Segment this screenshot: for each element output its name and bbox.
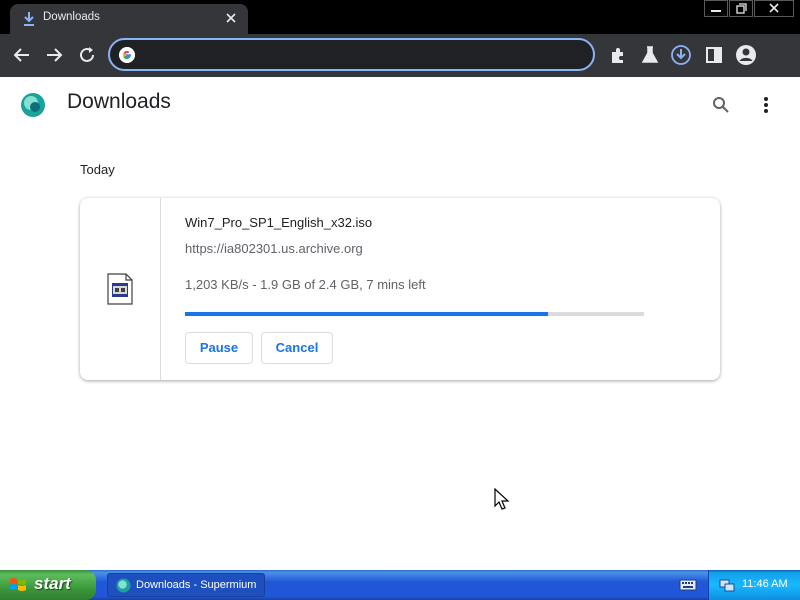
file-icon-column (80, 198, 161, 380)
tab-strip: Downloads (0, 0, 800, 34)
reload-icon[interactable] (76, 44, 98, 66)
date-section-heading: Today (80, 162, 115, 177)
forward-arrow-icon[interactable] (43, 44, 65, 66)
tab-downloads[interactable]: Downloads (10, 4, 248, 34)
profile-icon[interactable] (735, 44, 757, 66)
download-source-url[interactable]: https://ia802301.us.archive.org (185, 241, 363, 256)
mouse-cursor-icon (494, 488, 510, 510)
close-icon (769, 3, 779, 13)
omnibox-input[interactable] (144, 43, 588, 68)
restore-button[interactable] (729, 0, 753, 17)
browser-toolbar (0, 34, 800, 77)
download-progress-fill (185, 312, 548, 316)
keyboard-icon[interactable] (679, 578, 697, 592)
download-file-name[interactable]: Win7_Pro_SP1_English_x32.iso (185, 215, 372, 230)
start-button[interactable]: start (0, 570, 96, 600)
taskbar-item-label: Downloads - Supermium (136, 579, 257, 591)
back-arrow-icon[interactable] (11, 44, 33, 66)
search-icon[interactable] (710, 94, 732, 116)
download-status-text: 1,203 KB/s - 1.9 GB of 2.4 GB, 7 mins le… (185, 277, 426, 292)
download-icon (24, 12, 34, 26)
downloads-active-icon[interactable] (670, 44, 692, 66)
download-progress-bar (185, 312, 644, 316)
supermium-logo-icon (21, 93, 45, 117)
taskbar-item-downloads[interactable]: Downloads - Supermium (107, 573, 265, 597)
page-title: Downloads (67, 90, 171, 113)
cancel-button[interactable]: Cancel (261, 332, 333, 364)
tab-title: Downloads (43, 11, 100, 23)
restore-icon (736, 3, 747, 14)
windows-logo-icon (10, 578, 26, 591)
network-icon[interactable] (719, 577, 735, 593)
system-tray: 11:46 AM (708, 570, 800, 600)
omnibox[interactable] (108, 38, 595, 71)
iso-file-icon (107, 273, 133, 305)
google-icon (119, 47, 135, 63)
clock: 11:46 AM (742, 578, 788, 590)
close-window-button[interactable] (754, 0, 794, 17)
start-label: start (34, 574, 71, 593)
taskbar: start Downloads - Supermium 11:46 AM (0, 570, 800, 600)
minimize-button[interactable] (704, 0, 728, 17)
extensions-icon[interactable] (607, 44, 629, 66)
more-vert-icon[interactable] (756, 94, 776, 116)
downloads-header: Downloads (0, 77, 800, 133)
labs-flask-icon[interactable] (639, 44, 661, 66)
supermium-app-icon (116, 578, 131, 593)
download-item-card: Win7_Pro_SP1_English_x32.iso https://ia8… (80, 198, 720, 380)
minimize-icon (711, 10, 721, 12)
tab-close-icon[interactable] (224, 11, 238, 25)
side-panel-icon[interactable] (703, 44, 725, 66)
pause-button[interactable]: Pause (185, 332, 253, 364)
